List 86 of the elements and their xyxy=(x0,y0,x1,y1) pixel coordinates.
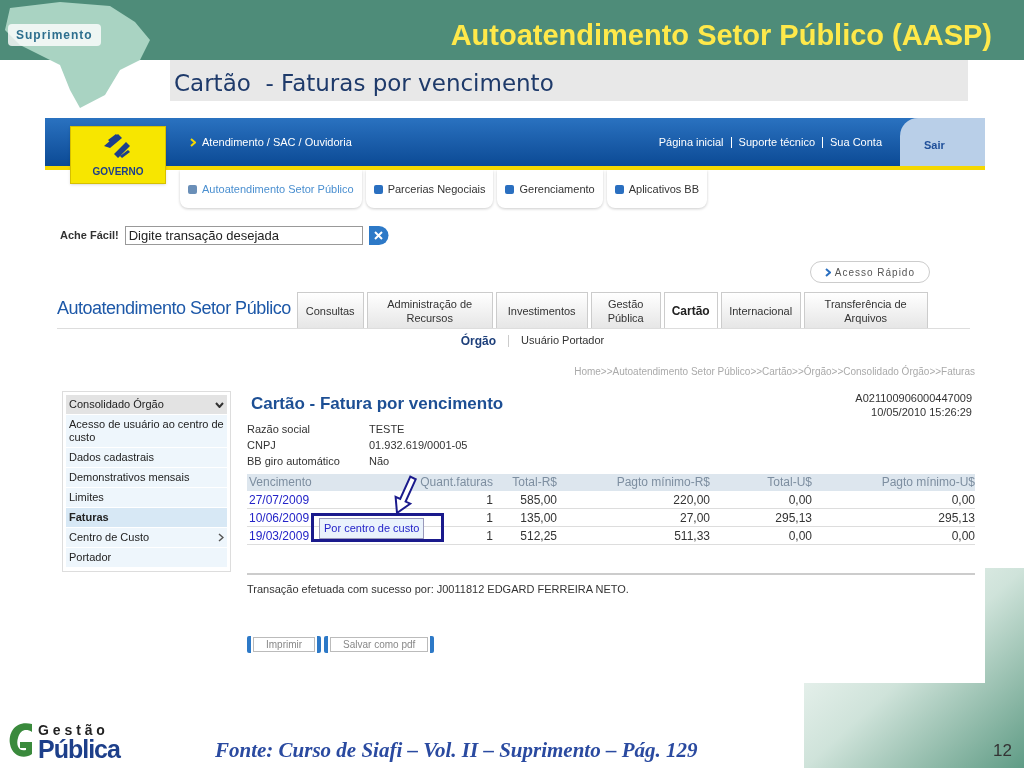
sidebar-item[interactable]: Consolidado Órgão xyxy=(66,395,227,415)
sidebar-item[interactable]: Faturas xyxy=(66,508,227,528)
bracket-icon xyxy=(317,635,322,653)
tab-icon xyxy=(373,184,383,194)
field-label: BB giro automático xyxy=(247,454,341,469)
source-note: Fonte: Curso de Siafi – Vol. II – Suprimento – Pág. 129 xyxy=(215,737,698,764)
bracket-icon xyxy=(247,635,251,653)
sidebar-item[interactable]: Limites xyxy=(66,488,227,508)
column-header: Total-R$ xyxy=(493,474,557,491)
table-cell: 585,00 xyxy=(493,491,557,509)
nav-tab[interactable]: Aplicativos BB xyxy=(606,170,707,208)
field-value: TESTE xyxy=(369,422,406,437)
sidebar-item[interactable]: Demonstrativos mensais xyxy=(66,468,227,488)
table-cell: 295,13 xyxy=(710,509,812,527)
logout-button[interactable]: Sair xyxy=(900,118,985,166)
column-header: Pagto mínimo-R$ xyxy=(557,474,710,491)
close-icon[interactable] xyxy=(368,226,389,245)
chevron-icon xyxy=(190,137,196,147)
nav-tab[interactable]: Autoatendimento Setor Público xyxy=(180,170,362,208)
field-label: Razão social xyxy=(247,422,311,437)
tab-icon xyxy=(188,184,197,194)
sidebar-item[interactable]: Centro de Custo xyxy=(66,528,227,548)
action-button[interactable]: Imprimir xyxy=(253,636,316,652)
chevron-down-icon xyxy=(215,401,224,408)
nav-tab[interactable]: Gerenciamento xyxy=(497,170,603,208)
sidebar-item[interactable]: Portador xyxy=(66,548,227,568)
search-field[interactable]: Digite transação desejada xyxy=(124,226,363,245)
sidebar-item[interactable]: Dados cadastrais xyxy=(66,448,227,468)
breadcrumb: Home>>Autoatendimento Setor Público>>Cartão>>Órgão>>Consolidado Órgão>>Faturas xyxy=(573,364,975,379)
tab-icon xyxy=(505,184,515,194)
slide-title: Autoatendimento Setor Público (AASP) xyxy=(450,18,992,53)
date-link[interactable]: 27/07/2009 xyxy=(247,491,310,508)
table-cell: 135,00 xyxy=(493,509,557,527)
menu-tab[interactable]: Administração de Recursos xyxy=(366,292,493,328)
table-cell: 0,00 xyxy=(812,491,975,509)
logo-label: GOVERNO xyxy=(92,165,144,179)
chevron-right-icon xyxy=(218,533,224,542)
logo-text: G e s t ã o xyxy=(38,723,106,737)
table-cell: 0,00 xyxy=(710,491,812,509)
menu-tab[interactable]: Gestão Pública xyxy=(590,292,661,328)
status-message: Transação efetuada com sucesso por: J0011812 EDGARD FERREIRA NETO. xyxy=(247,573,975,598)
arrow-icon xyxy=(394,475,417,515)
badge-label: Suprimento xyxy=(8,24,101,46)
header-link[interactable]: Página inicial xyxy=(658,133,724,151)
bracket-icon xyxy=(430,635,435,653)
table-cell: 511,33 xyxy=(557,527,710,545)
field-value: Não xyxy=(369,454,391,469)
table-cell: 0,00 xyxy=(710,527,812,545)
service-link[interactable]: Atendimento / SAC / Ouvidoria xyxy=(190,133,352,151)
header-link[interactable]: Suporte técnico xyxy=(738,133,815,151)
search-label: Ache Fácil! xyxy=(60,228,119,244)
menu-tab[interactable]: Internacional xyxy=(720,292,801,328)
column-header: Vencimento xyxy=(247,474,402,491)
menu-tab[interactable]: Cartão xyxy=(663,292,718,328)
subtab[interactable]: Usuário Portador xyxy=(521,332,605,350)
table-cell: 220,00 xyxy=(557,491,710,509)
tab-icon xyxy=(614,184,624,194)
logo-text: Pública xyxy=(38,737,120,762)
subtab[interactable]: Órgão xyxy=(460,332,497,350)
action-button[interactable]: Salvar como pdf xyxy=(330,636,429,652)
field-label: CNPJ xyxy=(247,438,277,453)
chevron-icon xyxy=(824,267,831,277)
table-cell: 0,00 xyxy=(812,527,975,545)
menu-tab[interactable]: Transferência de Arquivos xyxy=(803,292,928,328)
page-heading: Cartão - Fatura por vencimento xyxy=(251,393,504,415)
sidebar-item[interactable]: Acesso de usuário ao centro de custo xyxy=(66,415,227,448)
section-title: Autoatendimento Setor Público xyxy=(57,297,291,320)
nav-tab[interactable]: Parcerias Negociais xyxy=(365,170,494,208)
date-link[interactable]: 10/06/2009 xyxy=(247,509,310,526)
column-header: Total-U$ xyxy=(710,474,812,491)
menu-tab[interactable]: Investimentos xyxy=(495,292,588,328)
table-cell: 295,13 xyxy=(812,509,975,527)
date-time: 10/05/2010 15:26:29 xyxy=(870,405,972,419)
header-link[interactable]: Sua Conta xyxy=(830,133,882,151)
bracket-icon xyxy=(324,635,329,653)
table-cell: 512,25 xyxy=(493,527,557,545)
column-header: Quant.faturas xyxy=(402,474,493,491)
page-number: 12 xyxy=(993,740,1012,762)
table-cell: 27,00 xyxy=(557,509,710,527)
slide-subtitle: Cartão - Faturas por vencimento xyxy=(170,60,968,101)
menu-tab[interactable]: Consultas xyxy=(296,292,364,328)
field-value: 01.932.619/0001-05 xyxy=(369,438,469,453)
reference-code: A021100906000447009 xyxy=(855,391,972,405)
column-header: Pagto mínimo-U$ xyxy=(812,474,975,491)
tooltip: Por centro de custo xyxy=(319,518,425,539)
date-link[interactable]: 19/03/2009 xyxy=(247,527,310,544)
